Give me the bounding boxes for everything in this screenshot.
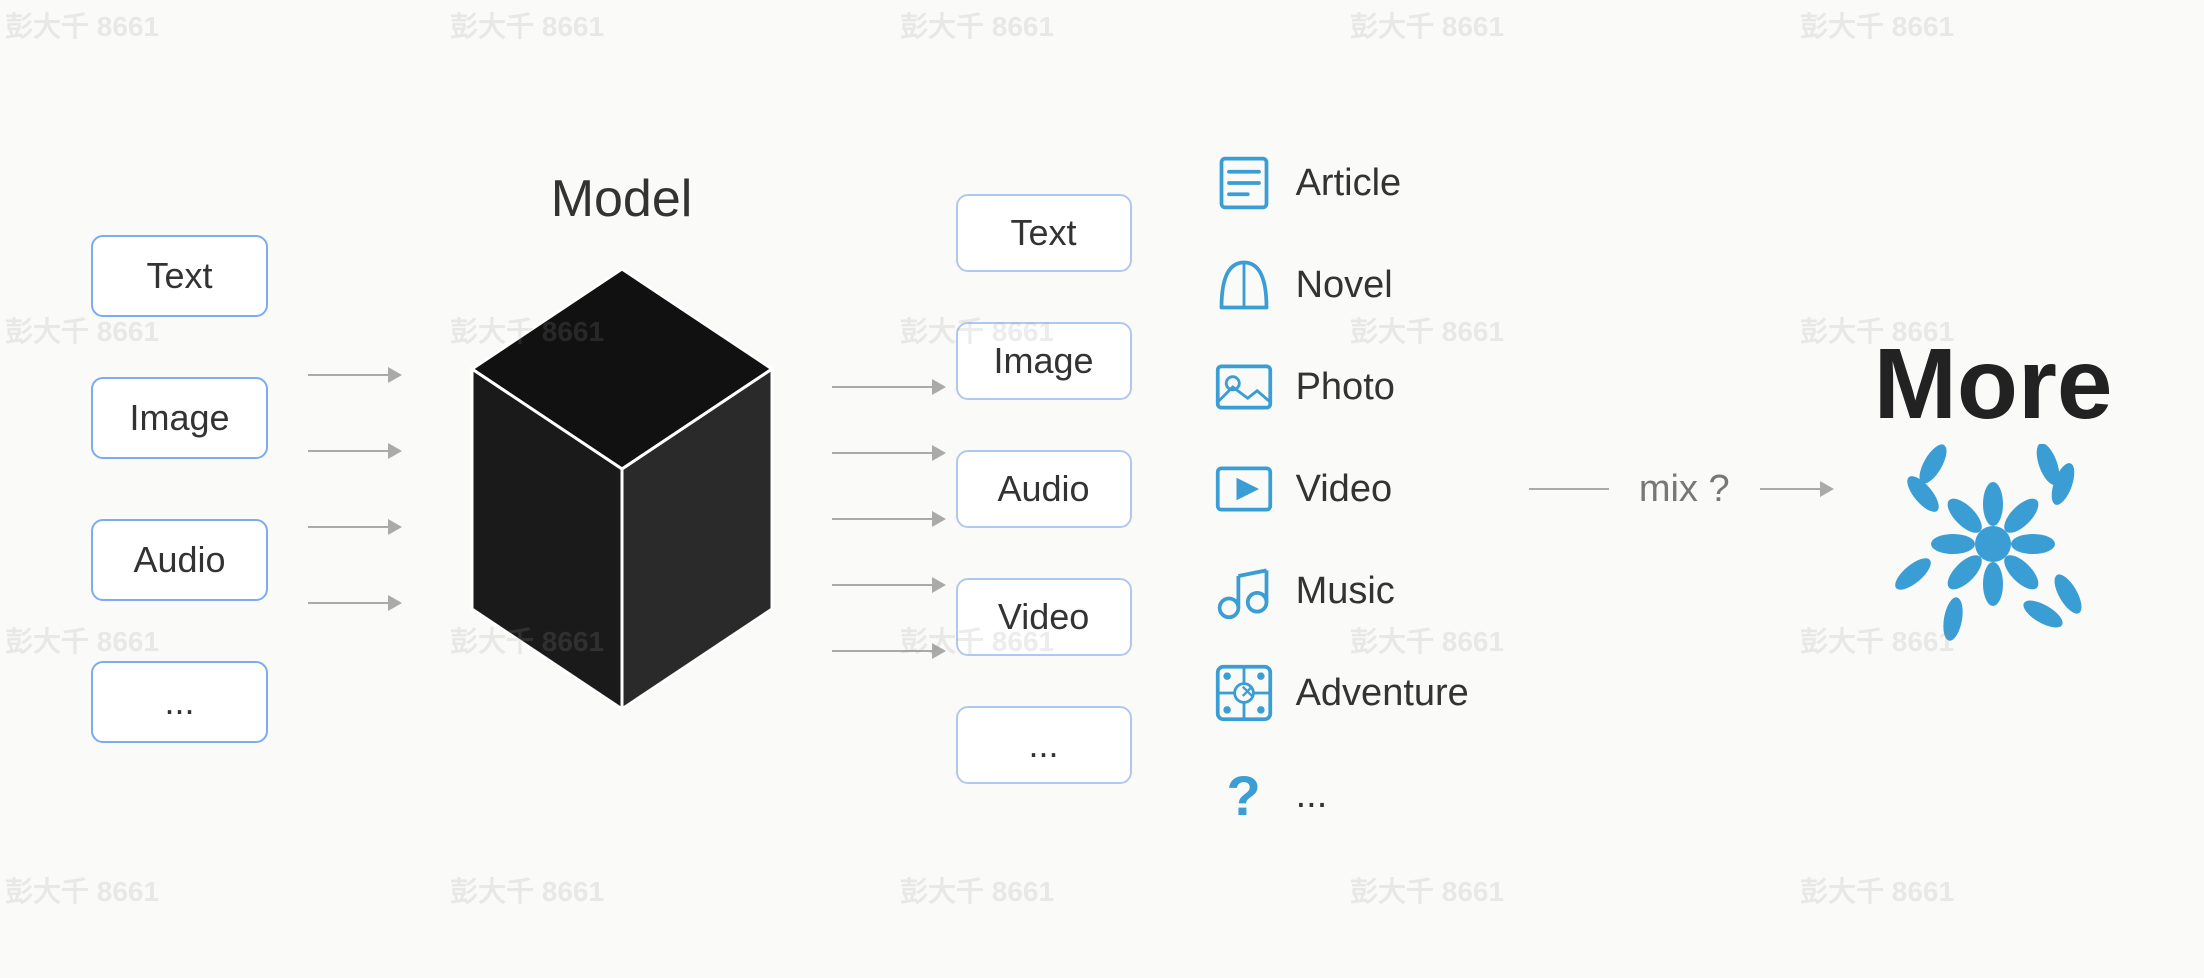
arrow-head [932, 643, 946, 659]
arrow-line [832, 650, 932, 652]
arrow-line [1760, 488, 1820, 490]
output-section: Text Image Audio Video ... [956, 194, 1132, 784]
arrow-cube-to-video [832, 577, 946, 593]
cube-svg [452, 239, 792, 739]
output-box-text: Text [956, 194, 1132, 272]
output-label-audio: Audio [998, 468, 1090, 509]
question-icon: ? [1212, 763, 1276, 827]
arrows-left [308, 367, 402, 611]
content-type-article: Article [1212, 151, 1469, 215]
arrow-head [388, 519, 402, 535]
output-label-video: Video [998, 596, 1089, 637]
arrow-dots-to-cube [308, 595, 402, 611]
mix-arrow-right [1760, 481, 1834, 497]
article-icon [1212, 151, 1276, 215]
arrow-head [1820, 481, 1834, 497]
arrow-line [308, 374, 388, 376]
photo-label: Photo [1296, 366, 1395, 409]
input-label-text: Text [146, 255, 212, 296]
diagram: Text Image Audio ... Model [0, 0, 2204, 978]
output-box-image: Image [956, 322, 1132, 400]
output-box-audio: Audio [956, 450, 1132, 528]
arrow-line [832, 386, 932, 388]
svg-text:✕: ✕ [1240, 683, 1254, 702]
arrow-cube-to-audio [832, 511, 946, 527]
arrow-head [932, 379, 946, 395]
music-label: Music [1296, 570, 1395, 613]
arrow-head [388, 367, 402, 383]
arrow-line [832, 452, 932, 454]
mix-section: mix ? [1529, 468, 1834, 511]
arrow-text-to-cube [308, 367, 402, 383]
arrow-line [308, 450, 388, 452]
more-title: More [1874, 334, 2113, 434]
content-type-video: Video [1212, 457, 1469, 521]
content-type-adventure: ✕ Adventure [1212, 661, 1469, 725]
arrow-line [832, 584, 932, 586]
arrow-image-to-cube [308, 443, 402, 459]
mix-arrow-left [1529, 488, 1609, 490]
more-section: More [1874, 334, 2113, 644]
novel-icon [1212, 253, 1276, 317]
input-box-audio: Audio [91, 519, 267, 601]
video-icon [1212, 457, 1276, 521]
content-type-photo: Photo [1212, 355, 1469, 419]
model-cube: Model [452, 239, 792, 739]
input-label-image: Image [129, 397, 229, 438]
photo-icon [1212, 355, 1276, 419]
content-type-more: ? ... [1212, 763, 1469, 827]
arrow-cube-to-image [832, 445, 946, 461]
mix-label: mix ? [1639, 468, 1730, 511]
arrow-line [308, 602, 388, 604]
novel-label: Novel [1296, 264, 1393, 307]
output-box-video: Video [956, 578, 1132, 656]
output-label-dots: ... [1029, 724, 1059, 765]
input-box-dots: ... [91, 661, 267, 743]
arrow-audio-to-cube [308, 519, 402, 535]
arrows-right [832, 379, 946, 659]
arrow-cube-to-text [832, 379, 946, 395]
arrow-line [308, 526, 388, 528]
content-types-section: Article Novel Photo [1212, 151, 1469, 827]
output-box-dots: ... [956, 706, 1132, 784]
arrow-head [388, 443, 402, 459]
input-label-audio: Audio [133, 539, 225, 580]
input-box-text: Text [91, 235, 267, 317]
video-label: Video [1296, 468, 1393, 511]
adventure-icon: ✕ [1212, 661, 1276, 725]
content-type-music: Music [1212, 559, 1469, 623]
input-box-image: Image [91, 377, 267, 459]
music-icon [1212, 559, 1276, 623]
snowflake-decoration [1893, 444, 2093, 644]
arrow-head [932, 445, 946, 461]
more-dots-label: ... [1296, 774, 1328, 817]
input-label-dots: ... [164, 681, 194, 722]
input-section: Text Image Audio ... [91, 235, 267, 743]
adventure-label: Adventure [1296, 672, 1469, 715]
arrow-head [932, 511, 946, 527]
model-label: Model [551, 169, 693, 229]
arrow-head [388, 595, 402, 611]
arrow-line [832, 518, 932, 520]
content-type-novel: Novel [1212, 253, 1469, 317]
article-label: Article [1296, 162, 1402, 205]
arrow-cube-to-dots [832, 643, 946, 659]
output-label-image: Image [994, 340, 1094, 381]
arrow-line [1529, 488, 1609, 490]
arrow-head [932, 577, 946, 593]
output-label-text: Text [1011, 212, 1077, 253]
